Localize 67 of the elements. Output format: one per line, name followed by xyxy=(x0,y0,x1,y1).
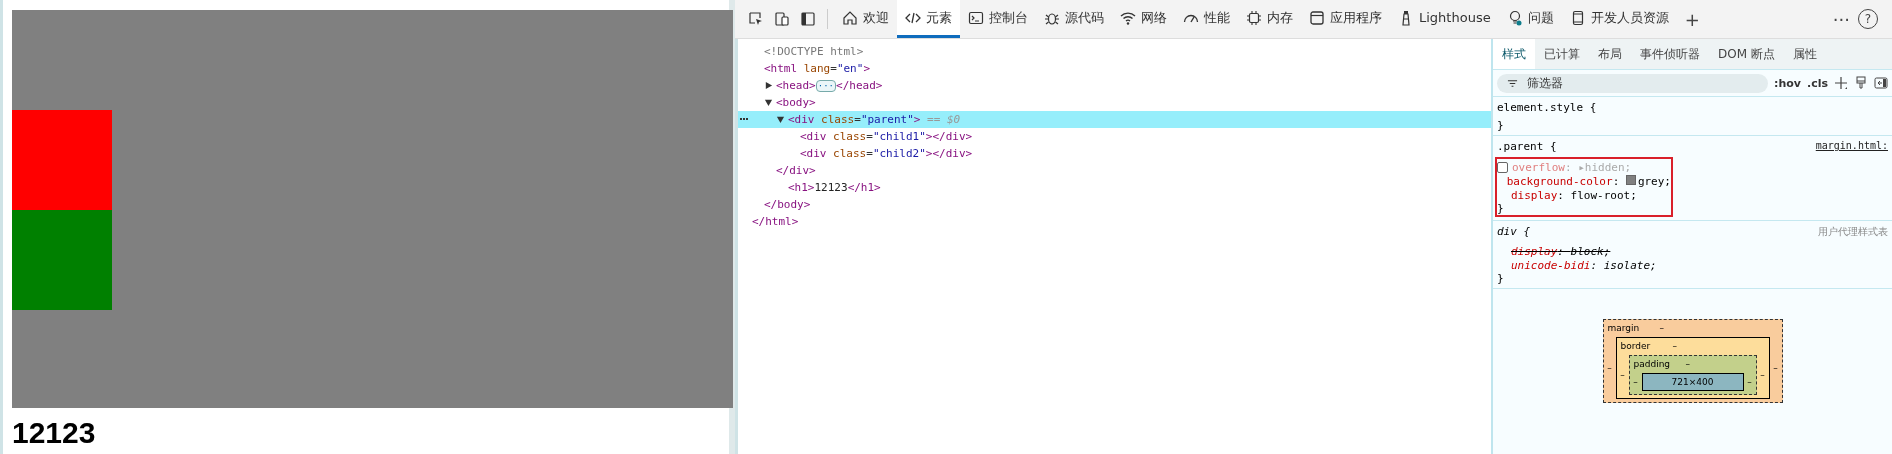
content-box: 721×400 xyxy=(1641,373,1744,391)
dom-node-line[interactable]: <div class="child1"></div> xyxy=(738,128,1491,145)
css-selector: div { xyxy=(1497,225,1531,239)
css-declaration: display: block; xyxy=(1511,244,1611,258)
paint-brush-icon[interactable] xyxy=(1854,76,1868,90)
more-button[interactable]: ··· xyxy=(1824,0,1858,38)
sidebar-toggle-icon[interactable] xyxy=(1874,76,1888,90)
chip-icon xyxy=(1246,9,1262,26)
css-declaration: unicode-bidi: isolate; xyxy=(1511,258,1657,272)
dom-node-line[interactable]: <html lang="en"> xyxy=(738,60,1491,77)
closing-brace: } xyxy=(1497,272,1505,285)
expanded-triangle-icon[interactable] xyxy=(776,115,785,124)
dom-node-line[interactable]: <div class="child2"></div> xyxy=(738,145,1491,162)
padding-box: padding – – 721×400 – xyxy=(1628,355,1757,395)
panel-tab[interactable]: 应用程序 xyxy=(1301,0,1390,38)
add-rule-icon[interactable] xyxy=(1834,76,1848,90)
styles-tab[interactable]: 事件侦听器 xyxy=(1631,39,1709,69)
panel-tab[interactable]: 性能 xyxy=(1175,0,1238,38)
styles-tab[interactable]: DOM 断点 xyxy=(1709,39,1784,69)
panel-tab[interactable]: 元素 xyxy=(897,0,960,38)
class-button[interactable]: .cls xyxy=(1806,76,1828,90)
panel-tab[interactable]: 网络 xyxy=(1112,0,1175,38)
dock-icon[interactable] xyxy=(800,11,816,27)
inspect-icon[interactable] xyxy=(748,11,764,27)
panel-tab[interactable]: 问题 xyxy=(1498,0,1562,38)
source-link[interactable]: margin.html: xyxy=(1815,140,1888,153)
filter-icon xyxy=(1507,77,1518,89)
dom-node-line[interactable]: <!DOCTYPE html> xyxy=(738,43,1491,60)
add-tab-button[interactable]: + xyxy=(1676,0,1708,38)
dom-closing-line[interactable]: </html> xyxy=(738,213,1491,230)
dom-closing-line[interactable]: </div> xyxy=(738,162,1491,179)
css-declaration: overflow: ▸hidden; xyxy=(1512,160,1632,174)
closing-brace: } xyxy=(1497,119,1505,132)
collapsed-triangle-icon[interactable] xyxy=(764,81,773,90)
hover-state-button[interactable]: :hov xyxy=(1774,76,1801,90)
css-selector: element.style { xyxy=(1497,101,1597,114)
page-heading: 12123 xyxy=(12,416,96,450)
panel-tab[interactable]: 欢迎 xyxy=(834,0,897,38)
styles-tab[interactable]: 已计算 xyxy=(1535,39,1589,69)
css-declaration: background-color: grey; xyxy=(1506,174,1671,188)
panel-tab[interactable]: 内存 xyxy=(1238,0,1301,38)
styles-tab[interactable]: 属性 xyxy=(1783,39,1826,69)
checkbox[interactable] xyxy=(1497,161,1508,173)
color-swatch[interactable] xyxy=(1625,174,1636,185)
panel-tab[interactable]: 源代码 xyxy=(1036,0,1112,38)
console-icon xyxy=(968,9,984,26)
dom-node-line[interactable]: <body> xyxy=(738,94,1491,111)
ellipsis-badge[interactable]: ··· xyxy=(815,79,836,92)
closing-brace: } xyxy=(1497,202,1505,215)
device-icon[interactable] xyxy=(774,11,790,27)
rule-origin: 用户代理样式表 xyxy=(1818,225,1888,239)
dom-node-line[interactable]: <h1>12123</h1> xyxy=(738,179,1491,196)
home-icon xyxy=(842,9,858,26)
expanded-triangle-icon[interactable] xyxy=(764,98,773,107)
panel-tab[interactable]: Lighthouse xyxy=(1390,0,1499,38)
panel-tab[interactable]: 控制台 xyxy=(960,0,1036,38)
css-selector: .parent { xyxy=(1497,140,1557,153)
dom-node-line[interactable]: <head> ··· </head> xyxy=(738,77,1491,94)
window-icon xyxy=(1309,9,1325,26)
css-declaration: display: flow-root; xyxy=(1511,188,1637,202)
margin-box: margin – – border – – padding – – 721×400 – – – xyxy=(1602,319,1783,403)
styles-tab[interactable]: 样式 xyxy=(1493,39,1535,69)
styles-tab[interactable]: 布局 xyxy=(1589,39,1631,69)
filter-field[interactable]: 筛选器 xyxy=(1497,73,1768,93)
panel-tab[interactable]: 开发人员资源 xyxy=(1561,0,1677,38)
border-box: border – – padding – – 721×400 – – xyxy=(1615,337,1770,399)
dom-closing-line[interactable]: </body> xyxy=(738,196,1491,213)
